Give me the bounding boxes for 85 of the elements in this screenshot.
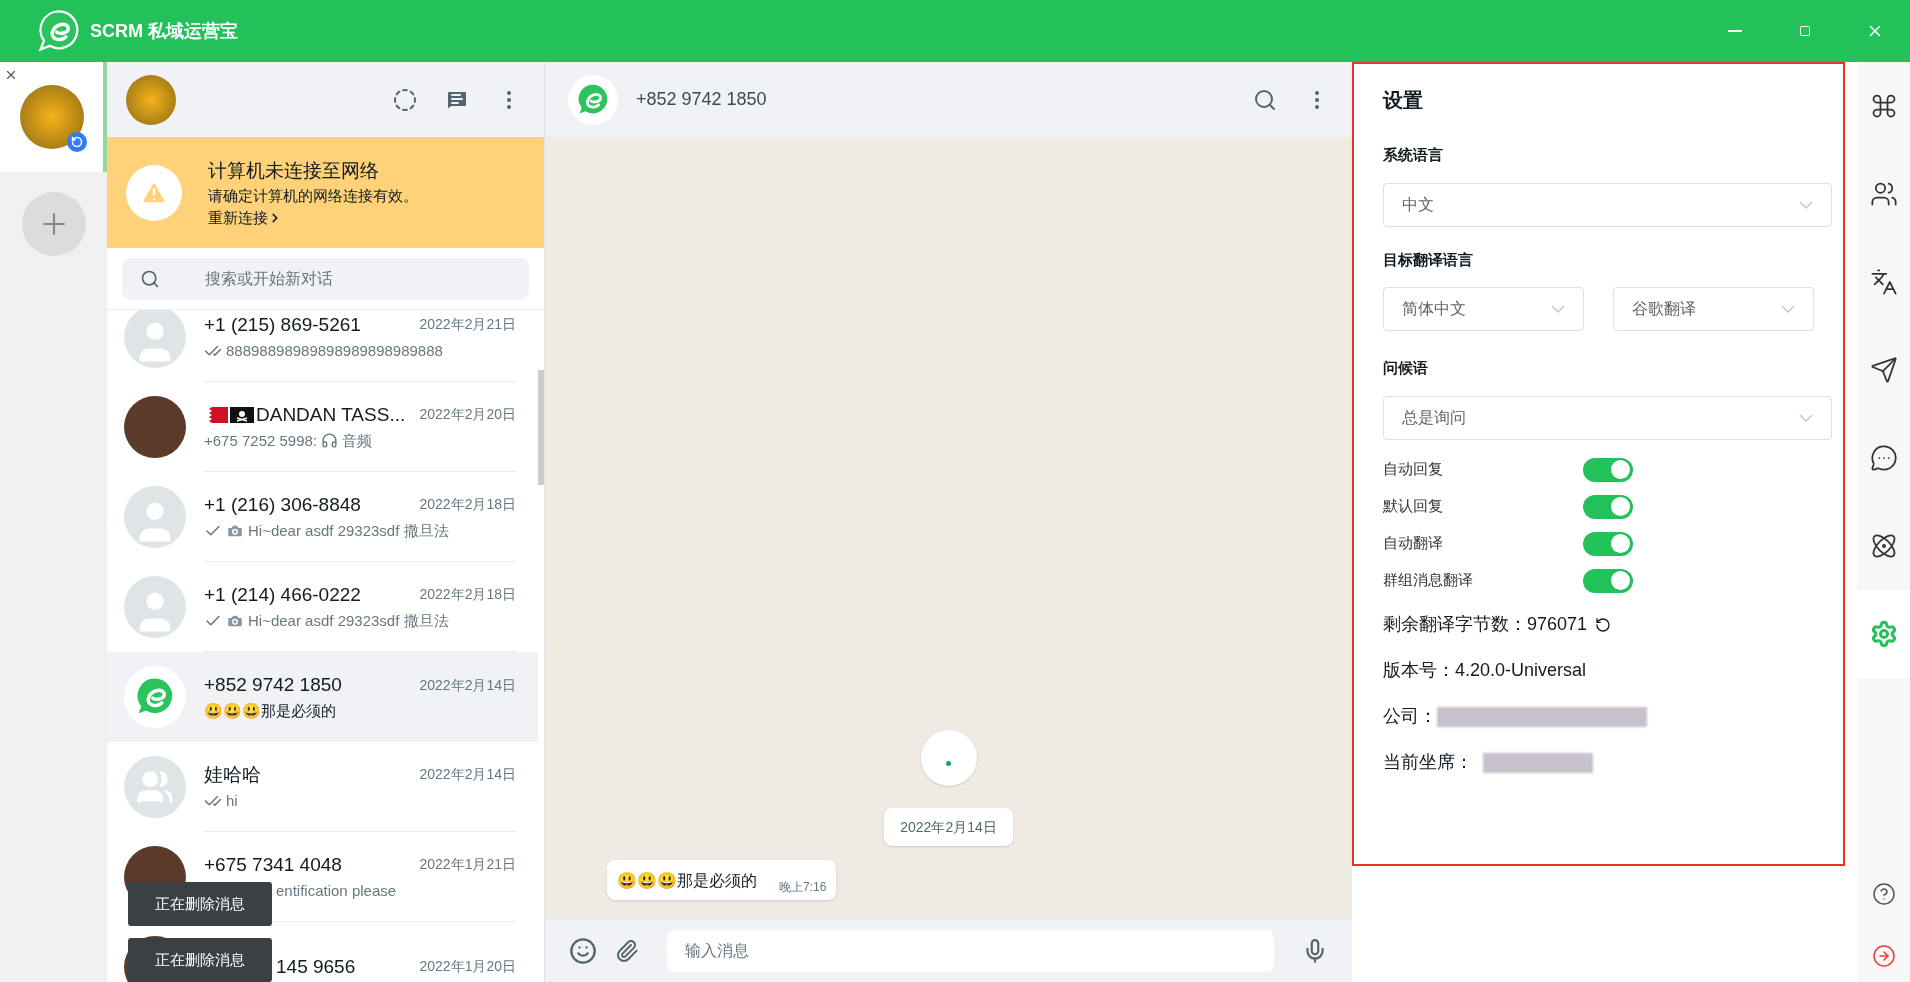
- message-preview: Hi~dear asdf 29323sdf 撒旦法: [248, 520, 449, 541]
- search-field[interactable]: 搜索或开始新对话: [122, 257, 529, 300]
- status-icon[interactable]: [393, 87, 417, 112]
- search-icon[interactable]: [1253, 87, 1277, 112]
- minimize-icon: [1728, 30, 1742, 32]
- translate-icon: [1869, 268, 1898, 296]
- chat-date: 2022年2月14日: [419, 675, 516, 695]
- flag-icon: [204, 406, 228, 423]
- chat-bubble-icon: [1869, 444, 1898, 472]
- toggle-label: 自动回复: [1383, 459, 1444, 480]
- deleting-toast: 正在删除消息: [128, 882, 272, 926]
- flag-icon: [230, 406, 254, 423]
- people-icon: [1869, 180, 1898, 208]
- banner-title: 计算机未连接至网络: [208, 158, 380, 183]
- message-preview: 😃😃😃那是必须的: [204, 701, 336, 721]
- reconnect-link[interactable]: 重新连接: [208, 206, 418, 229]
- account-card[interactable]: [0, 62, 107, 172]
- message-preview: entification please: [276, 880, 397, 901]
- chevron-down-icon: [1551, 305, 1565, 313]
- chat-name: +852 9742 1850: [204, 673, 342, 697]
- dropdown-select[interactable]: 简体中文: [1383, 287, 1584, 331]
- chat-date: 2022年1月21日: [419, 855, 516, 874]
- emoji-icon[interactable]: [569, 937, 597, 965]
- chat-name: +675 7341 4048: [204, 852, 342, 877]
- banner-message: 请确定计算机的网络连接有效。: [208, 185, 418, 206]
- chat-name: DANDAN TASS...: [256, 402, 406, 427]
- toggle-switch[interactable]: [1583, 457, 1633, 482]
- dropdown-select[interactable]: 谷歌翻译: [1613, 287, 1814, 331]
- chevron-down-icon: [1781, 305, 1795, 313]
- toggle-switch[interactable]: [1583, 494, 1633, 519]
- refresh-badge-icon: [67, 132, 87, 152]
- send-icon: [1869, 356, 1898, 384]
- toggle-switch[interactable]: [1583, 531, 1633, 556]
- section-label: 系统语言: [1383, 145, 1444, 165]
- close-icon[interactable]: [4, 68, 18, 82]
- headphones-icon: [321, 432, 339, 449]
- message-text: 😃😃😃那是必须的: [617, 871, 757, 891]
- info-label: 剩余翻译字节数：: [1383, 613, 1527, 636]
- section-label: 问候语: [1383, 358, 1429, 378]
- chat-name: 145 9656: [276, 954, 356, 979]
- chat-date: 2022年1月20日: [419, 957, 516, 976]
- chat-date: 2022年2月18日: [419, 585, 516, 604]
- sender-number: +675 7252 5998:: [204, 430, 318, 451]
- chat-date: 2022年2月18日: [419, 495, 516, 514]
- loading-spinner: [920, 730, 977, 786]
- chevron-down-icon: [1799, 200, 1813, 209]
- chat-row[interactable]: +852 9742 1850 2022年2月14日 😃😃😃那是必须的: [107, 652, 538, 742]
- message-preview: Hi~dear asdf 29323sdf 撒旦法: [248, 610, 449, 631]
- chevron-down-icon: [1799, 413, 1813, 422]
- section-label: 目标翻译语言: [1383, 249, 1474, 270]
- chat-date: 2022年2月14日: [419, 765, 516, 784]
- info-value: 976071: [1527, 613, 1588, 636]
- info-label: 当前坐席：: [1383, 751, 1473, 774]
- app-title: SCRM 私域运营宝: [90, 19, 238, 43]
- refresh-icon[interactable]: [1595, 616, 1612, 633]
- info-label: 版本号：: [1383, 659, 1455, 682]
- contact-name: +852 9742 1850: [636, 88, 767, 111]
- message-preview: hi: [226, 790, 238, 811]
- chat-name: 娃哈哈: [204, 762, 261, 787]
- settings-icon: [1869, 620, 1898, 648]
- message-input[interactable]: 输入消息: [667, 930, 1274, 972]
- message-preview: 88898898989898989898989888: [226, 340, 443, 361]
- toggle-label: 自动翻译: [1383, 533, 1444, 554]
- chat-name: +1 (215) 869-5261: [204, 312, 361, 337]
- toggle-label: 群组消息翻译: [1383, 570, 1474, 591]
- chat-name: +1 (214) 466-0222: [204, 582, 361, 607]
- date-chip: 2022年2月14日: [884, 808, 1013, 846]
- maximize-icon: [1799, 25, 1811, 37]
- help-icon[interactable]: [1871, 882, 1896, 906]
- settings-title: 设置: [1383, 88, 1424, 113]
- chat-date: 2022年2月21日: [419, 315, 516, 334]
- dropdown-select[interactable]: 总是询问: [1383, 395, 1832, 440]
- message-preview: 音频: [342, 430, 373, 451]
- logout-icon[interactable]: [1871, 944, 1896, 968]
- info-value: 4.20.0-Universal: [1455, 659, 1587, 682]
- info-label: 公司：: [1383, 705, 1437, 728]
- message-time: 晚上7:16: [779, 879, 827, 896]
- search-icon: [140, 268, 160, 289]
- chat-name: +1 (216) 306-8848: [204, 492, 361, 517]
- chat-date: 2022年2月20日: [419, 405, 516, 424]
- paperclip-icon[interactable]: [615, 939, 639, 963]
- toggle-label: 默认回复: [1383, 496, 1444, 517]
- photo-placeholder: [126, 74, 176, 125]
- toggle-switch[interactable]: [1583, 568, 1633, 593]
- dropdown-select[interactable]: 中文: [1383, 182, 1832, 227]
